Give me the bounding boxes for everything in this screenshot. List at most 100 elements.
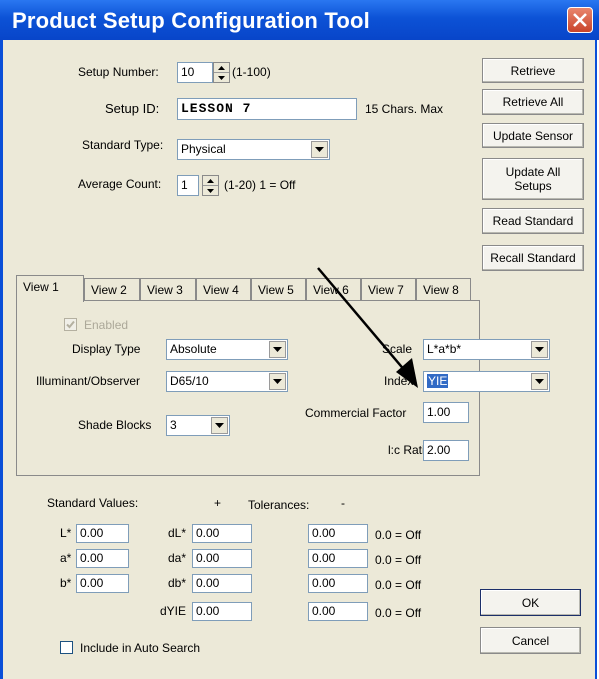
chevron-down-icon — [535, 347, 544, 352]
dropdown-arrow-button[interactable] — [311, 141, 328, 158]
minus-label: - — [341, 496, 345, 510]
chevron-down-icon — [535, 379, 544, 384]
setup-number-spinner[interactable] — [213, 62, 230, 83]
dropdown-arrow-button[interactable] — [531, 373, 548, 390]
standard-type-label: Standard Type: — [82, 138, 164, 152]
tab-view-4[interactable]: View 4 — [196, 278, 251, 300]
include-auto-search-checkbox[interactable] — [60, 641, 73, 654]
scale-dropdown[interactable]: L*a*b* — [423, 339, 550, 360]
shade-blocks-label: Shade Blocks — [78, 418, 152, 432]
dyie-tolerance-field[interactable]: 0.00 — [308, 602, 368, 621]
dropdown-arrow-button[interactable] — [269, 373, 286, 390]
dropdown-arrow-button[interactable] — [211, 417, 228, 434]
dyie-label: dYIE — [160, 604, 187, 618]
spinner-down-button[interactable] — [214, 73, 229, 82]
include-auto-search-label: Include in Auto Search — [80, 641, 201, 655]
db-star-field[interactable]: 0.00 — [192, 574, 252, 593]
retrieve-button[interactable]: Retrieve — [482, 58, 584, 83]
update-sensor-button[interactable]: Update Sensor — [482, 123, 584, 148]
dl-star-label: dL* — [168, 526, 187, 540]
spinner-down-button[interactable] — [203, 186, 218, 195]
title-bar[interactable]: Product Setup Configuration Tool — [0, 0, 599, 40]
da-star-tolerance-field[interactable]: 0.00 — [308, 549, 368, 568]
chevron-up-icon — [218, 66, 225, 70]
retrieve-all-button[interactable]: Retrieve All — [482, 89, 584, 115]
dyie-field[interactable]: 0.00 — [192, 602, 252, 621]
average-count-spinner[interactable] — [202, 175, 219, 196]
dl-star-tolerance-field[interactable]: 0.00 — [308, 524, 368, 543]
dl-star-field[interactable]: 0.00 — [192, 524, 252, 543]
setup-id-label: Setup ID: — [105, 101, 160, 116]
shade-blocks-value: 3 — [170, 418, 177, 432]
chevron-down-icon — [273, 379, 282, 384]
plus-label: + — [214, 496, 222, 510]
chevron-down-icon — [207, 189, 214, 193]
lc-ratio-field[interactable]: 2.00 — [423, 440, 469, 461]
off-hint: 0.0 = Off — [375, 606, 422, 620]
ok-button[interactable]: OK — [480, 589, 581, 616]
commercial-factor-field[interactable]: 1.00 — [423, 402, 469, 423]
update-all-setups-line1: Update All — [505, 165, 561, 179]
da-star-label: da* — [168, 551, 187, 565]
spinner-up-button[interactable] — [203, 176, 218, 186]
update-all-setups-line2: Setups — [514, 179, 552, 193]
average-count-label: Average Count: — [78, 177, 162, 191]
shade-blocks-dropdown[interactable]: 3 — [166, 415, 230, 436]
b-star-label: b* — [60, 576, 72, 590]
a-star-label: a* — [60, 551, 72, 565]
index-value: YIE — [427, 374, 449, 388]
tab-view-2[interactable]: View 2 — [84, 278, 140, 300]
spinner-up-button[interactable] — [214, 63, 229, 73]
dropdown-arrow-button[interactable] — [269, 341, 286, 358]
standard-type-value: Physical — [181, 142, 226, 156]
setup-number-field[interactable]: 10 — [177, 62, 213, 83]
average-count-hint: (1-20) 1 = Off — [224, 178, 296, 192]
display-type-dropdown[interactable]: Absolute — [166, 339, 288, 360]
setup-id-hint: 15 Chars. Max — [365, 102, 444, 116]
standard-type-dropdown[interactable]: Physical — [177, 139, 330, 160]
cancel-button[interactable]: Cancel — [480, 627, 581, 654]
b-star-field[interactable]: 0.00 — [76, 574, 129, 593]
commercial-factor-label: Commercial Factor — [305, 406, 407, 420]
illuminant-observer-label: Illuminant/Observer — [36, 374, 141, 388]
chevron-down-icon — [218, 76, 225, 80]
enabled-checkbox — [64, 318, 77, 331]
update-all-setups-button[interactable]: Update All Setups — [482, 158, 584, 200]
scale-value: L*a*b* — [427, 342, 462, 356]
checkmark-icon — [66, 320, 75, 329]
l-star-field[interactable]: 0.00 — [76, 524, 129, 543]
setup-number-label: Setup Number: — [78, 65, 159, 79]
recall-standard-button[interactable]: Recall Standard — [482, 245, 584, 271]
index-selected-text: YIE — [427, 374, 449, 388]
close-button[interactable] — [567, 7, 593, 33]
db-star-tolerance-field[interactable]: 0.00 — [308, 574, 368, 593]
display-type-label: Display Type — [72, 342, 141, 356]
tab-view-1[interactable]: View 1 — [16, 275, 84, 302]
average-count-field[interactable]: 1 — [177, 175, 199, 196]
setup-id-field[interactable]: LESSON 7 — [177, 98, 357, 120]
read-standard-button[interactable]: Read Standard — [482, 208, 584, 234]
l-star-label: L* — [60, 526, 72, 540]
tab-view-5[interactable]: View 5 — [251, 278, 306, 300]
dropdown-arrow-button[interactable] — [531, 341, 548, 358]
da-star-field[interactable]: 0.00 — [192, 549, 252, 568]
window-title: Product Setup Configuration Tool — [12, 8, 370, 33]
tab-view-3[interactable]: View 3 — [140, 278, 196, 300]
illuminant-observer-dropdown[interactable]: D65/10 — [166, 371, 288, 392]
off-hint: 0.0 = Off — [375, 553, 422, 567]
standard-values-label: Standard Values: — [47, 496, 139, 510]
display-type-value: Absolute — [170, 342, 217, 356]
illuminant-observer-value: D65/10 — [170, 374, 209, 388]
enabled-label: Enabled — [84, 318, 129, 332]
chevron-up-icon — [207, 179, 214, 183]
tolerances-label: Tolerances: — [248, 498, 310, 512]
a-star-field[interactable]: 0.00 — [76, 549, 129, 568]
index-dropdown[interactable]: YIE — [423, 371, 550, 392]
chevron-down-icon — [215, 423, 224, 428]
off-hint: 0.0 = Off — [375, 578, 422, 592]
close-icon — [573, 13, 587, 27]
chevron-down-icon — [273, 347, 282, 352]
db-star-label: db* — [168, 576, 187, 590]
off-hint: 0.0 = Off — [375, 528, 422, 542]
chevron-down-icon — [315, 147, 324, 152]
